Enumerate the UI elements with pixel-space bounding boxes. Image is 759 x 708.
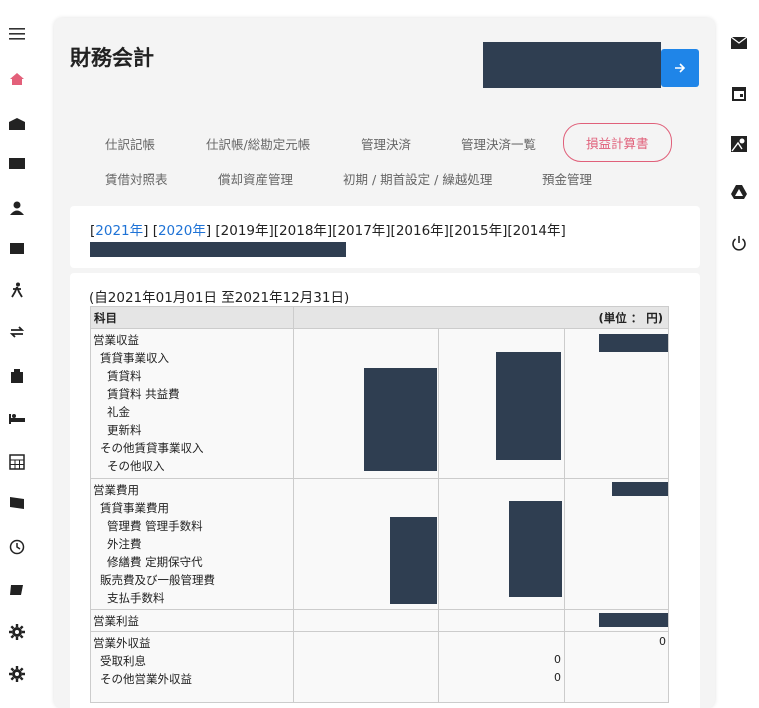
- transfer-icon[interactable]: [7, 322, 27, 342]
- tab-management-settlement[interactable]: 管理決済: [361, 134, 411, 153]
- row-label: 修繕費 定期保守代: [107, 555, 203, 569]
- calculator-icon[interactable]: [7, 452, 27, 472]
- row-label: 受取利息: [100, 654, 146, 668]
- gear-icon[interactable]: [7, 622, 27, 642]
- book-icon[interactable]: [7, 580, 27, 600]
- redacted-value: [599, 613, 668, 627]
- year-links: [2021年] [2020年] [2019年][2018年][2017年][20…: [90, 223, 566, 239]
- row-label: 外注費: [107, 537, 142, 551]
- table-section-operating-revenue: 営業収益 賃貸事業収入 賃貸料 賃貸料 共益費 礼金 更新料 その他賃貸事業収入…: [91, 329, 668, 479]
- tab-initial-settings[interactable]: 初期 / 期首設定 / 繰越処理: [343, 169, 492, 188]
- value-cell: 0: [659, 635, 666, 648]
- tab-settlement-list[interactable]: 管理決済一覧: [461, 134, 536, 153]
- past-years: [2019年][2018年][2017年][2016年][2015年][2014…: [215, 223, 566, 239]
- row-label: 賃貸料: [107, 369, 142, 383]
- page-title: 財務会計: [70, 46, 154, 70]
- walking-person-icon[interactable]: [7, 280, 27, 300]
- bed-icon[interactable]: [7, 408, 27, 428]
- redacted-text: [90, 242, 346, 257]
- row-label: 支払手数料: [107, 591, 165, 605]
- report-period: (自2021年01月01日 至2021年12月31日): [89, 290, 350, 306]
- home-icon[interactable]: [7, 69, 27, 89]
- mail-icon[interactable]: [728, 32, 750, 54]
- year-link-2020[interactable]: 2020年: [158, 223, 206, 239]
- row-label: 更新料: [107, 423, 142, 437]
- row-label: 販売費及び一般管理費: [100, 573, 215, 587]
- go-button[interactable]: [661, 49, 699, 87]
- row-label: 賃貸事業収入: [100, 351, 169, 365]
- person-icon[interactable]: [7, 198, 27, 218]
- flag-icon[interactable]: [7, 493, 27, 513]
- row-label: その他賃貸事業収入: [100, 441, 204, 455]
- gear-icon[interactable]: [7, 664, 27, 684]
- redacted-value: [509, 501, 562, 597]
- redacted-value: [496, 352, 561, 460]
- left-sidebar: [0, 0, 34, 690]
- main-card: 財務会計 仕訳記帳 仕訳帳/総勘定元帳 管理決済 管理決済一覧 損益計算書 賃借…: [54, 18, 715, 708]
- income-statement-table: 科目 (単位 ： 円) 営業収益 賃貸事業収入 賃貸料 賃貸料 共益費 礼金 更…: [90, 306, 669, 703]
- right-sidebar: [722, 0, 759, 690]
- row-label: その他営業外収益: [100, 672, 192, 686]
- redacted-value: [364, 368, 437, 471]
- arrow-right-icon: [674, 59, 686, 78]
- income-statement-report: (自2021年01月01日 至2021年12月31日) 科目 (単位 ： 円) …: [70, 273, 700, 708]
- row-label: その他収入: [107, 459, 165, 473]
- row-label: 営業利益: [93, 614, 139, 628]
- menu-icon[interactable]: [7, 24, 27, 44]
- building-icon[interactable]: [7, 366, 27, 386]
- value-cell: 0: [554, 653, 561, 666]
- map-icon[interactable]: [728, 133, 750, 155]
- wallet-icon[interactable]: [7, 238, 27, 258]
- table-section-non-operating-revenue: 営業外収益 受取利息 その他営業外収益 0 0 0: [91, 632, 668, 702]
- row-label: 営業外収益: [93, 636, 151, 650]
- table-header: 科目 (単位 ： 円): [91, 307, 668, 329]
- unit-header: (単位 ： 円): [598, 311, 663, 325]
- search-field-redacted[interactable]: [483, 42, 661, 88]
- clock-icon[interactable]: [7, 537, 27, 557]
- tab-general-ledger[interactable]: 仕訳帳/総勘定元帳: [206, 134, 310, 153]
- table-section-operating-expenses: 営業費用 賃貸事業費用 管理費 管理手数料 外注費 修繕費 定期保守代 販売費及…: [91, 479, 668, 610]
- row-label: 礼金: [107, 405, 130, 419]
- calendar-icon[interactable]: [728, 82, 750, 104]
- subject-header: 科目: [94, 311, 117, 325]
- row-label: 賃貸料 共益費: [107, 387, 180, 401]
- drive-icon[interactable]: [728, 181, 750, 203]
- row-label: 営業費用: [93, 483, 139, 497]
- tab-depreciable-assets[interactable]: 償却資産管理: [218, 169, 293, 188]
- year-link-2021[interactable]: 2021年: [95, 223, 143, 239]
- mail-icon[interactable]: [7, 153, 27, 173]
- year-selector: [2021年] [2020年] [2019年][2018年][2017年][20…: [70, 206, 700, 268]
- redacted-value: [599, 334, 668, 352]
- redacted-value: [612, 482, 668, 496]
- value-cell: 0: [554, 671, 561, 684]
- row-label: 賃貸事業費用: [100, 501, 169, 515]
- tab-balance-sheet[interactable]: 賃借対照表: [105, 169, 168, 188]
- redacted-value: [390, 517, 437, 604]
- power-icon[interactable]: [728, 232, 750, 254]
- row-label: 営業収益: [93, 333, 139, 347]
- mail-open-icon[interactable]: [7, 114, 27, 134]
- tab-journal-entry[interactable]: 仕訳記帳: [105, 134, 155, 153]
- tab-income-statement[interactable]: 損益計算書: [563, 123, 672, 162]
- tab-deposit-management[interactable]: 預金管理: [542, 169, 592, 188]
- table-section-operating-profit: 営業利益: [91, 610, 668, 632]
- row-label: 管理費 管理手数料: [107, 519, 203, 533]
